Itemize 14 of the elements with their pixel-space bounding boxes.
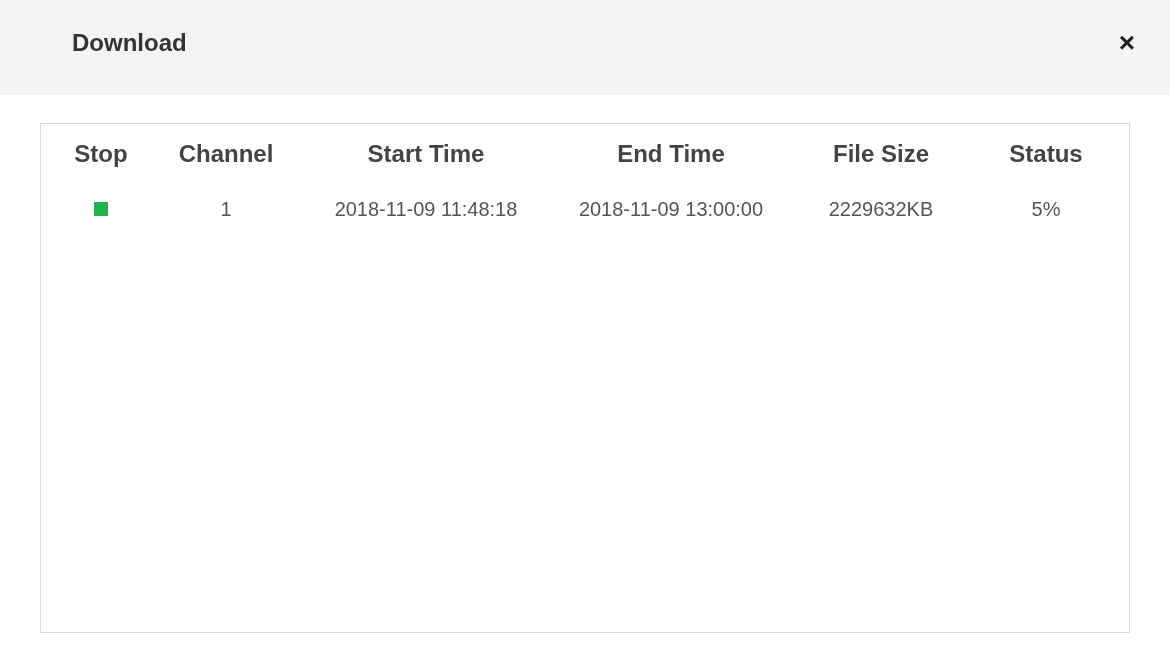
column-header: Status: [1008, 139, 1084, 169]
column-header: Channel: [177, 139, 275, 169]
column-header: End Time: [616, 139, 726, 169]
table-cell-text: 2018-11-09 11:48:18: [333, 197, 519, 222]
table-cell-text: 1: [219, 197, 233, 222]
table-cell-text: 2018-11-09 13:00:00: [577, 197, 765, 222]
column-header: File Size: [831, 139, 930, 169]
close-button[interactable]: ×: [1118, 28, 1135, 57]
dialog-title: Download: [72, 27, 187, 58]
stop-button[interactable]: [94, 202, 108, 216]
column-header: Stop: [73, 139, 129, 169]
table-cell-text: 5%: [1030, 197, 1062, 222]
column-header: Start Time: [366, 139, 486, 169]
table-cell-text: 2229632KB: [827, 197, 935, 222]
